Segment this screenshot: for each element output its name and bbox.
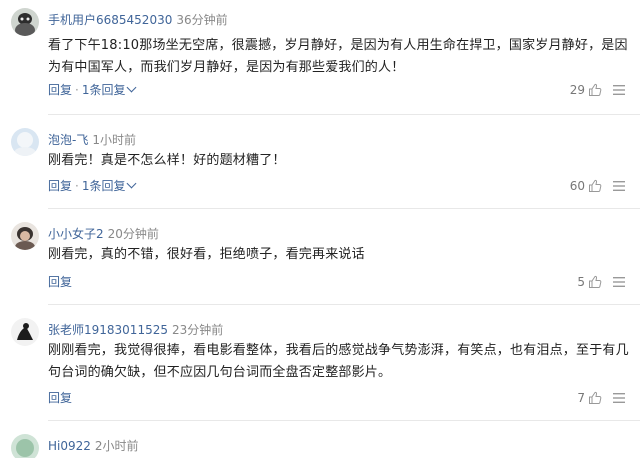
- username-link[interactable]: 泡泡-飞: [48, 133, 88, 147]
- comment-text: 刚看完！真是不怎么样！好的题材糟了！: [48, 153, 286, 168]
- username-link[interactable]: Hi0922: [48, 439, 91, 453]
- action-separator: ·: [75, 179, 79, 193]
- comment-right-actions: 5: [577, 274, 626, 290]
- comment-meta: 手机用户6685452030 36分钟前: [48, 12, 228, 28]
- comment-divider: [48, 420, 640, 421]
- like-count: 5: [577, 275, 585, 289]
- thumbs-up-icon[interactable]: [588, 391, 602, 405]
- like-count: 29: [569, 83, 585, 97]
- comment-text: 刚刚看完，我觉得很捧，看电影看整体，我看后的感觉战争气势澎湃，有笑点，也有泪点，…: [48, 343, 629, 380]
- comment-time: 1小时前: [92, 133, 136, 147]
- replies-count: 1条回复: [81, 179, 126, 193]
- comment-meta: Hi0922 2小时前: [48, 438, 139, 454]
- like-count: 60: [569, 179, 585, 193]
- more-dots-icon[interactable]: [612, 179, 626, 193]
- reply-link[interactable]: 回复: [48, 391, 72, 405]
- comment-actions: 回复 · 1条回复: [48, 82, 137, 98]
- thumbs-up-icon[interactable]: [588, 83, 602, 97]
- thumbs-up-icon[interactable]: [588, 179, 602, 193]
- replies-toggle[interactable]: 1条回复: [81, 82, 137, 97]
- replies-count: 1条回复: [81, 83, 126, 97]
- avatar[interactable]: [11, 128, 39, 156]
- thumbs-up-icon[interactable]: [588, 275, 602, 289]
- comment-actions: 回复: [48, 274, 72, 290]
- reply-link[interactable]: 回复: [48, 83, 72, 97]
- avatar[interactable]: [11, 434, 39, 458]
- username-link[interactable]: 张老师19183011525: [48, 323, 168, 337]
- like-count: 7: [577, 391, 585, 405]
- username-link[interactable]: 小小女子2: [48, 227, 104, 241]
- more-dots-icon[interactable]: [612, 391, 626, 405]
- comment-divider: [48, 304, 640, 305]
- comment-time: 36分钟前: [176, 13, 228, 27]
- chevron-down-icon: [127, 82, 137, 93]
- reply-link[interactable]: 回复: [48, 275, 72, 289]
- comment-divider: [48, 208, 640, 209]
- comment-meta: 小小女子2 20分钟前: [48, 226, 159, 242]
- comment-right-actions: 60: [570, 178, 626, 194]
- action-separator: ·: [75, 83, 79, 97]
- comment-actions: 回复 · 1条回复: [48, 178, 137, 194]
- more-dots-icon[interactable]: [612, 275, 626, 289]
- chevron-down-icon: [127, 178, 137, 189]
- comment-meta: 张老师19183011525 23分钟前: [48, 322, 223, 338]
- comment-actions: 回复: [48, 390, 72, 406]
- username-link[interactable]: 手机用户6685452030: [48, 13, 172, 27]
- comment-text: 看了下午18:10那场坐无空席，很震撼，岁月静好，是因为有人用生命在捍卫，国家岁…: [48, 38, 628, 75]
- reply-link[interactable]: 回复: [48, 179, 72, 193]
- avatar[interactable]: [11, 318, 39, 346]
- comment-meta: 泡泡-飞 1小时前: [48, 132, 136, 148]
- replies-toggle[interactable]: 1条回复: [81, 178, 137, 193]
- comment-time: 2小时前: [94, 439, 139, 453]
- more-dots-icon[interactable]: [612, 83, 626, 97]
- comment-time: 20分钟前: [107, 227, 159, 241]
- comment-text: 刚看完，真的不错，很好看，拒绝喷子，看完再来说话: [48, 247, 365, 262]
- comment-right-actions: 29: [570, 82, 626, 98]
- comment-divider: [48, 114, 640, 115]
- comment-right-actions: 7: [577, 390, 626, 406]
- avatar[interactable]: [11, 8, 39, 36]
- comment-time: 23分钟前: [171, 323, 224, 337]
- avatar[interactable]: [11, 222, 39, 250]
